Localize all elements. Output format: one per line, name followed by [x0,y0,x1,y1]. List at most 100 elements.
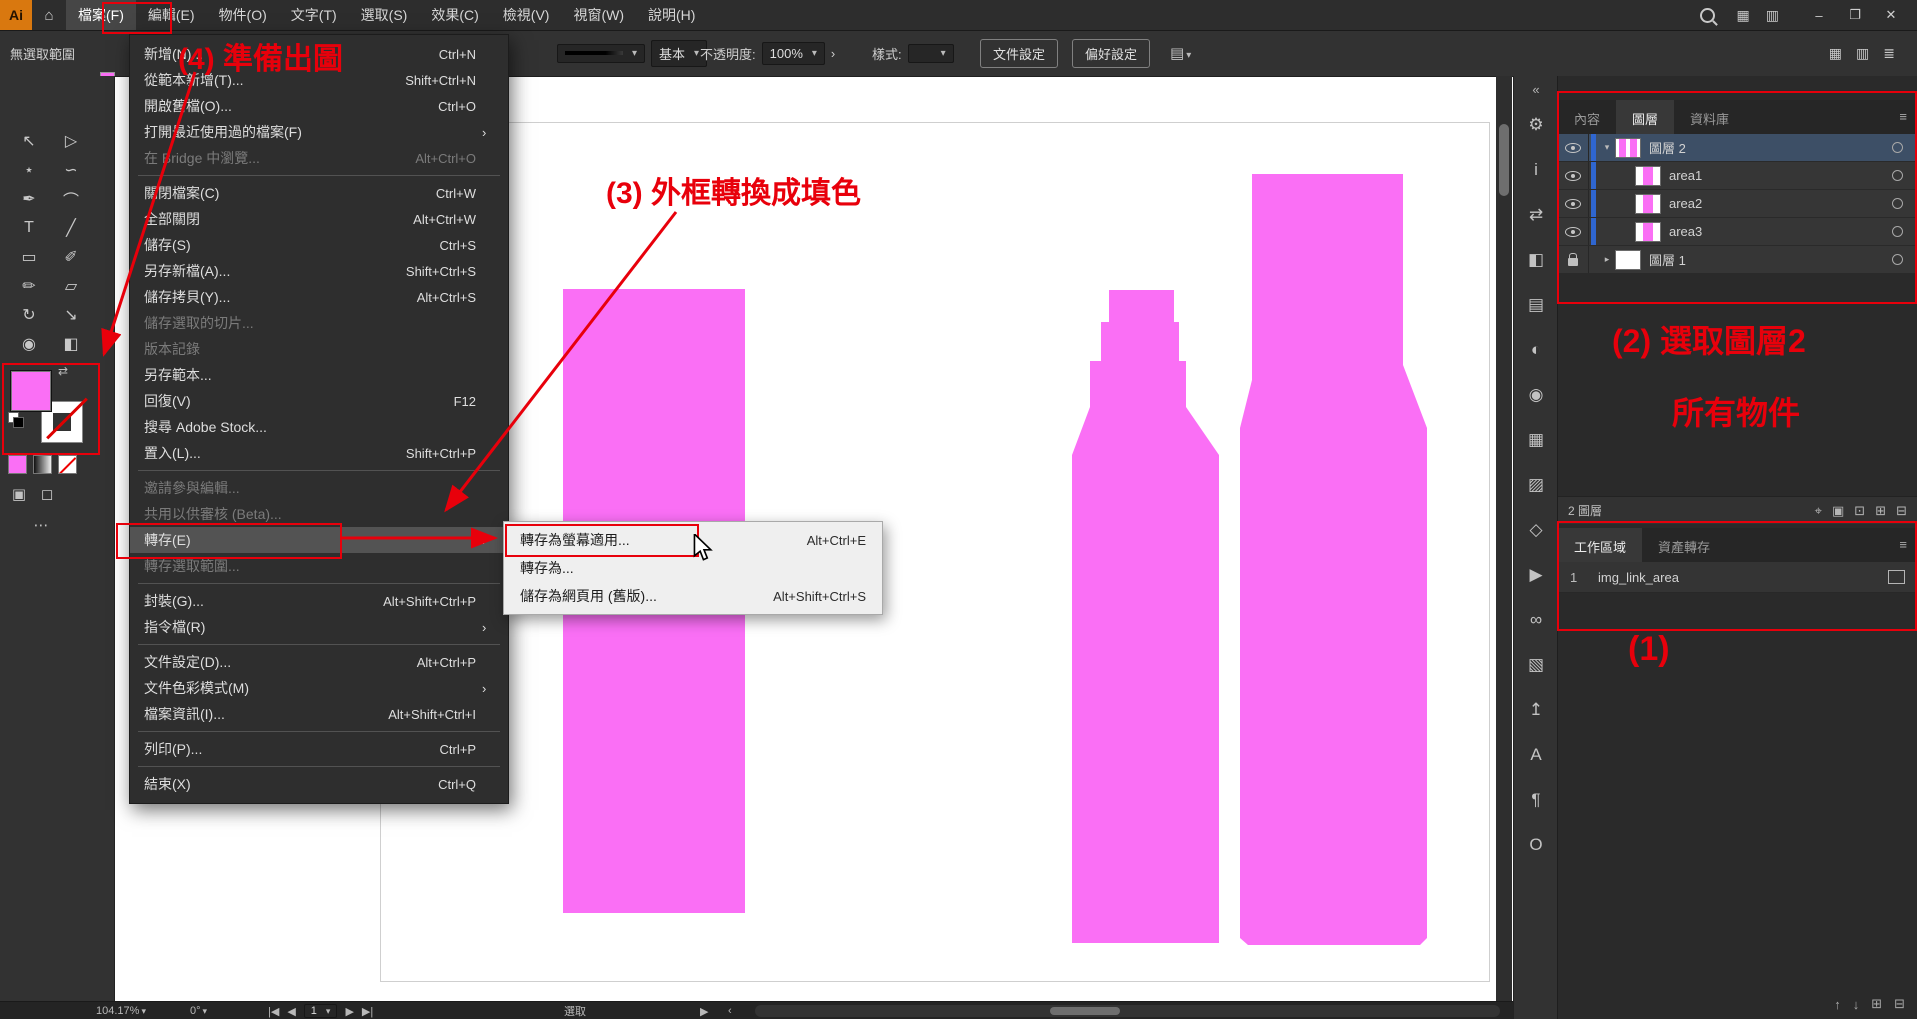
file-menu-item[interactable]: 另存新檔(A)... Shift+Ctrl+S [130,258,508,284]
file-menu-item[interactable] [130,727,508,736]
file-menu-item[interactable]: 轉存(E) [130,527,508,553]
new-artboard-icon[interactable]: ⊞ [1871,996,1882,1012]
pathfinder-panel-icon[interactable]: ◧ [1514,237,1558,282]
visibility-toggle[interactable] [1558,218,1589,245]
minimize-button[interactable]: – [1801,0,1837,30]
color-panel-icon[interactable]: ◐ [1514,327,1558,372]
artboard-page-icon[interactable] [1888,570,1905,584]
opentype-panel-icon[interactable]: O [1514,822,1558,867]
visibility-toggle[interactable] [1558,134,1589,161]
move-up-icon[interactable]: ↑ [1834,997,1841,1012]
submenu-item[interactable]: 儲存為網頁用 (舊版)... Alt+Shift+Ctrl+S [504,582,882,610]
file-menu-item[interactable]: 文件色彩模式(M) [130,675,508,701]
file-menu-item[interactable]: 共用以供審核 (Beta)... [130,501,508,527]
menubar-menu[interactable]: 效果(C) [419,0,490,30]
rotate-tool[interactable]: ↻ [8,300,50,329]
target-circle-icon[interactable] [1892,142,1903,153]
fill-color-swatch[interactable] [10,370,52,412]
panel-tab[interactable]: 資產轉存 [1642,528,1726,562]
lasso-tool[interactable]: ∽ [50,155,92,184]
first-artboard-icon[interactable]: |◀ [268,1005,279,1018]
file-menu-item[interactable] [130,466,508,475]
layer-thumbnail[interactable] [1635,166,1661,186]
file-menu-item[interactable]: 關閉檔案(C) Ctrl+W [130,180,508,206]
search-icon[interactable] [1700,8,1715,23]
magic-wand-tool[interactable]: ⋆ [8,155,50,184]
file-menu-item[interactable]: 儲存選取的切片... [130,310,508,336]
scale-tool[interactable]: ↘ [50,300,92,329]
layer-name[interactable]: area3 [1669,224,1892,239]
panel-tab[interactable]: 圖層 [1616,100,1674,134]
submenu-item[interactable]: 轉存為螢幕適用... Alt+Ctrl+E [504,526,882,554]
file-menu-item[interactable] [130,762,508,771]
make-clip-mask-icon[interactable]: ▣ [1832,503,1844,519]
expand-panels-icon[interactable]: « [1532,76,1539,102]
artboard-name[interactable]: img_link_area [1598,570,1679,585]
delete-layer-icon[interactable]: ⊟ [1896,503,1907,519]
file-menu-item[interactable]: 全部關閉 Alt+Ctrl+W [130,206,508,232]
file-menu-item[interactable] [130,579,508,588]
layer-row[interactable]: area3 [1558,218,1917,246]
panel-tab[interactable]: 資料庫 [1674,100,1745,134]
style-dropdown[interactable] [908,44,954,63]
screen-mode-icon[interactable]: ◻ [36,485,58,503]
visibility-toggle[interactable] [1558,190,1589,217]
layer-name[interactable]: area2 [1669,196,1892,211]
gradient-button[interactable] [33,455,52,474]
artboard-number-dropdown[interactable]: 1 [304,1004,338,1018]
file-menu-item[interactable]: 新增(N)... Ctrl+N [130,41,508,67]
artboards-panel-icon[interactable]: ▧ [1514,642,1558,687]
home-icon[interactable]: ⌂ [32,0,66,30]
new-sublayer-icon[interactable]: ⊡ [1854,503,1865,519]
panel-options-icon[interactable]: ≣ [1883,45,1895,62]
close-button[interactable]: ✕ [1873,0,1909,30]
layer-thumbnail[interactable] [1615,250,1641,270]
panel-tab[interactable]: 內容 [1558,100,1616,134]
selection-tool[interactable]: ↖ [8,126,50,155]
layer-thumbnail[interactable] [1635,194,1661,214]
expand-chevron-icon[interactable]: ▾ [1599,142,1615,153]
file-menu-item[interactable]: 回復(V) F12 [130,388,508,414]
character-panel-icon[interactable]: A [1514,732,1558,777]
layer-thumbnail[interactable] [1635,222,1661,242]
file-menu-item[interactable]: 列印(P)... Ctrl+P [130,736,508,762]
swap-fill-stroke-icon[interactable]: ⇄ [58,364,68,378]
file-menu-item[interactable]: 在 Bridge 中瀏覽... Alt+Ctrl+O [130,145,508,171]
status-splitter-icon[interactable]: ‹ [728,1002,732,1019]
restore-button[interactable]: ❐ [1837,0,1873,30]
artboard-row[interactable]: 1 img_link_area [1558,562,1917,593]
layer-row[interactable]: area2 [1558,190,1917,218]
workspace-switcher-icon[interactable]: ▥ [1766,7,1779,24]
actions-panel-icon[interactable]: ▶ [1514,552,1558,597]
horizontal-scrollbar[interactable] [755,1005,1500,1017]
rectangle-tool[interactable]: ▭ [8,242,50,271]
opacity-more-icon[interactable]: › [831,46,835,61]
brushes-panel-icon[interactable]: ▨ [1514,462,1558,507]
preferences-button[interactable]: 偏好設定 [1072,39,1150,68]
last-artboard-icon[interactable]: ▶| [362,1005,373,1018]
file-menu-item[interactable]: 封裝(G)... Alt+Shift+Ctrl+P [130,588,508,614]
layer-name[interactable]: 圖層 2 [1649,138,1892,157]
panel-menu-icon[interactable] [1899,100,1917,134]
layer-name[interactable]: area1 [1669,168,1892,183]
new-layer-icon[interactable]: ⊞ [1875,503,1886,519]
file-menu-item[interactable]: 文件設定(D)... Alt+Ctrl+P [130,649,508,675]
menubar-menu[interactable]: 物件(O) [207,0,279,30]
target-circle-icon[interactable] [1892,226,1903,237]
delete-artboard-icon[interactable]: ⊟ [1894,996,1905,1012]
snap-options-icon[interactable]: ▥ [1856,45,1869,62]
links-panel-icon[interactable]: ∞ [1514,597,1558,642]
move-down-icon[interactable]: ↓ [1853,997,1860,1012]
curvature-tool[interactable]: ⌒ [50,184,92,213]
draw-normal-icon[interactable]: ▣ [8,485,30,503]
file-menu-item[interactable]: 儲存拷貝(Y)... Alt+Ctrl+S [130,284,508,310]
menubar-menu[interactable]: 文字(T) [279,0,349,30]
file-menu-item[interactable]: 置入(L)... Shift+Ctrl+P [130,440,508,466]
layer-row[interactable]: ▾ 圖層 2 [1558,134,1917,162]
target-circle-icon[interactable] [1892,254,1903,265]
document-setup-button[interactable]: 文件設定 [980,39,1058,68]
brush-definition-dropdown[interactable]: 基本 [651,40,707,67]
prev-artboard-icon[interactable]: ◀ [287,1005,295,1018]
pen-tool[interactable]: ✒ [8,184,50,213]
symbols-panel-icon[interactable]: ◇ [1514,507,1558,552]
